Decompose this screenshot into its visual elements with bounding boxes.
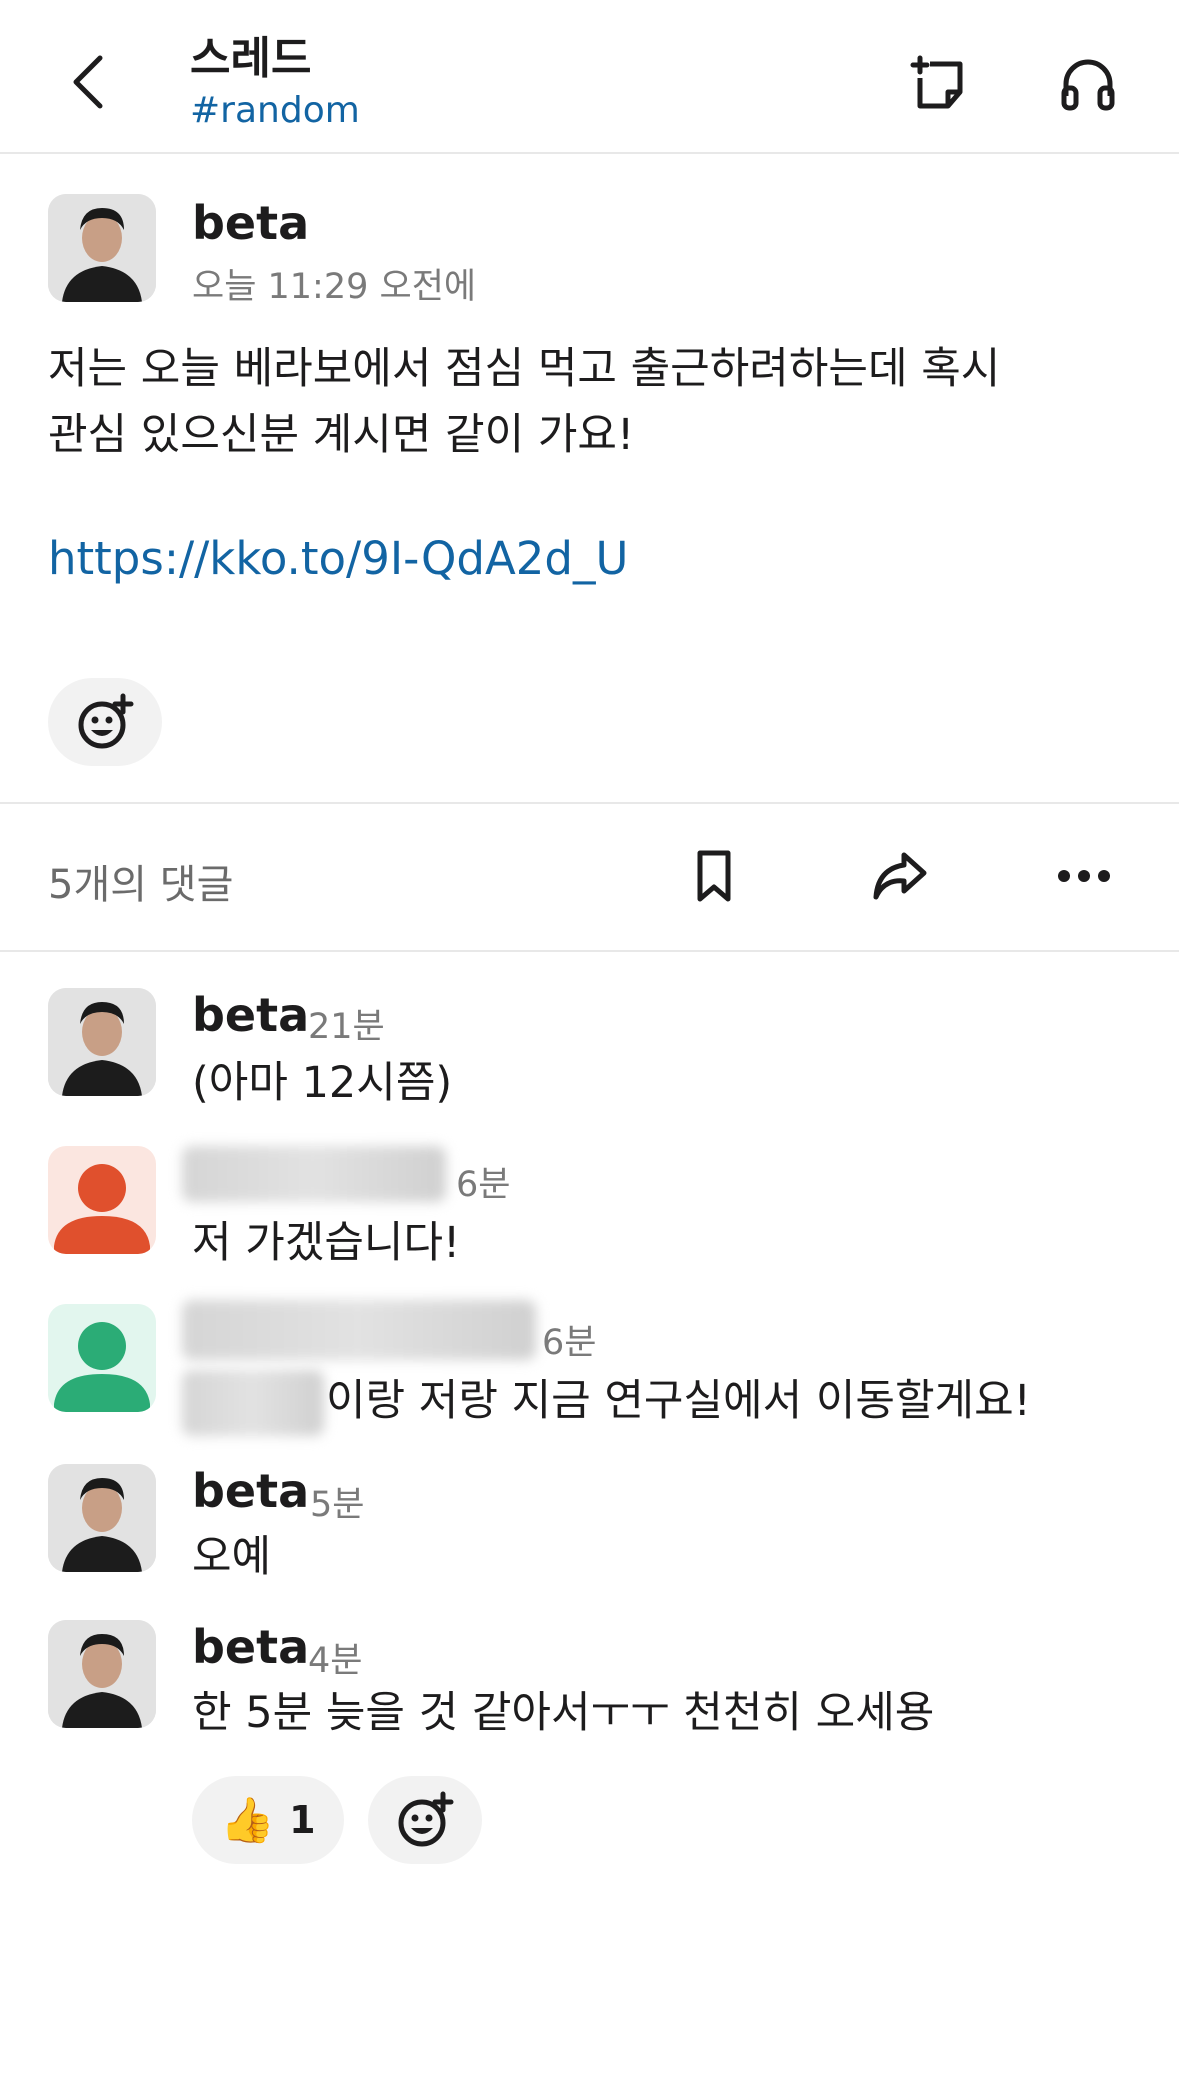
avatar[interactable] — [48, 1146, 156, 1254]
reply-timestamp: 6분 — [542, 1323, 597, 1363]
reply-text: 오예 — [192, 1532, 272, 1582]
default-user-icon — [54, 1322, 150, 1412]
reply-author[interactable]: beta — [192, 988, 309, 1042]
add-emoji-icon — [78, 693, 134, 749]
reply-text: 저 가겠습니다! — [192, 1218, 461, 1268]
reply-timestamp: 5분 — [310, 1485, 365, 1525]
headphones-icon — [1061, 59, 1115, 111]
huddle-button[interactable] — [1052, 48, 1124, 120]
add-reaction-button[interactable] — [368, 1776, 482, 1864]
user-photo-icon — [48, 194, 156, 302]
reply-count: 5개의 댓글 — [48, 862, 234, 908]
chevron-left-icon — [73, 55, 103, 109]
avatar[interactable] — [48, 1464, 156, 1572]
reply-text: 이랑 저랑 지금 연구실에서 이동할게요! — [326, 1376, 1031, 1426]
redacted-username — [182, 1146, 446, 1202]
channel-link[interactable]: #random — [190, 90, 360, 131]
reaction-count: 1 — [289, 1798, 316, 1842]
divider — [0, 802, 1179, 804]
reply-text: (아마 12시쯤) — [192, 1058, 453, 1108]
default-user-icon — [54, 1164, 150, 1254]
thread-header: 스레드 #random — [0, 0, 1179, 154]
message-author[interactable]: beta — [192, 196, 309, 250]
reply-author[interactable]: beta — [192, 1464, 309, 1518]
add-emoji-icon — [398, 1791, 454, 1847]
user-photo-icon — [48, 988, 156, 1096]
divider — [0, 950, 1179, 952]
save-button[interactable] — [678, 840, 750, 912]
share-button[interactable] — [864, 840, 936, 912]
page-title: 스레드 — [190, 33, 312, 84]
user-photo-icon — [48, 1620, 156, 1728]
more-horizontal-icon — [1058, 870, 1110, 882]
new-note-icon — [910, 55, 963, 109]
share-icon — [873, 852, 927, 900]
back-button[interactable] — [56, 46, 120, 118]
message-text-line: 저는 오늘 베라보에서 점심 먹고 출근하려하는데 혹시 — [48, 344, 1001, 394]
message-link[interactable]: https://kko.to/9I-QdA2d_U — [48, 532, 628, 585]
avatar[interactable] — [48, 1304, 156, 1412]
redacted-mention — [182, 1370, 324, 1436]
reply-author[interactable]: beta — [192, 1620, 309, 1674]
redacted-username — [182, 1300, 536, 1360]
avatar[interactable] — [48, 194, 156, 302]
avatar[interactable] — [48, 1620, 156, 1728]
add-reaction-button[interactable] — [48, 678, 162, 766]
message-timestamp: 오늘 11:29 오전에 — [192, 267, 477, 307]
reply-timestamp: 4분 — [308, 1641, 363, 1681]
reply-timestamp: 21분 — [308, 1007, 385, 1047]
bookmark-icon — [697, 850, 731, 902]
message-text-line: 관심 있으신분 계시면 같이 가요! — [48, 410, 635, 460]
reply-text: 한 5분 늦을 것 같아서ㅜㅜ 천천히 오세용 — [192, 1688, 935, 1738]
more-actions-button[interactable] — [1048, 840, 1120, 912]
new-thread-button[interactable] — [904, 48, 976, 120]
thumbs-up-icon: 👍 — [220, 1795, 276, 1846]
reaction-thumbsup[interactable]: 👍 1 — [192, 1776, 344, 1864]
avatar[interactable] — [48, 988, 156, 1096]
reply-timestamp: 6분 — [456, 1165, 511, 1205]
user-photo-icon — [48, 1464, 156, 1572]
